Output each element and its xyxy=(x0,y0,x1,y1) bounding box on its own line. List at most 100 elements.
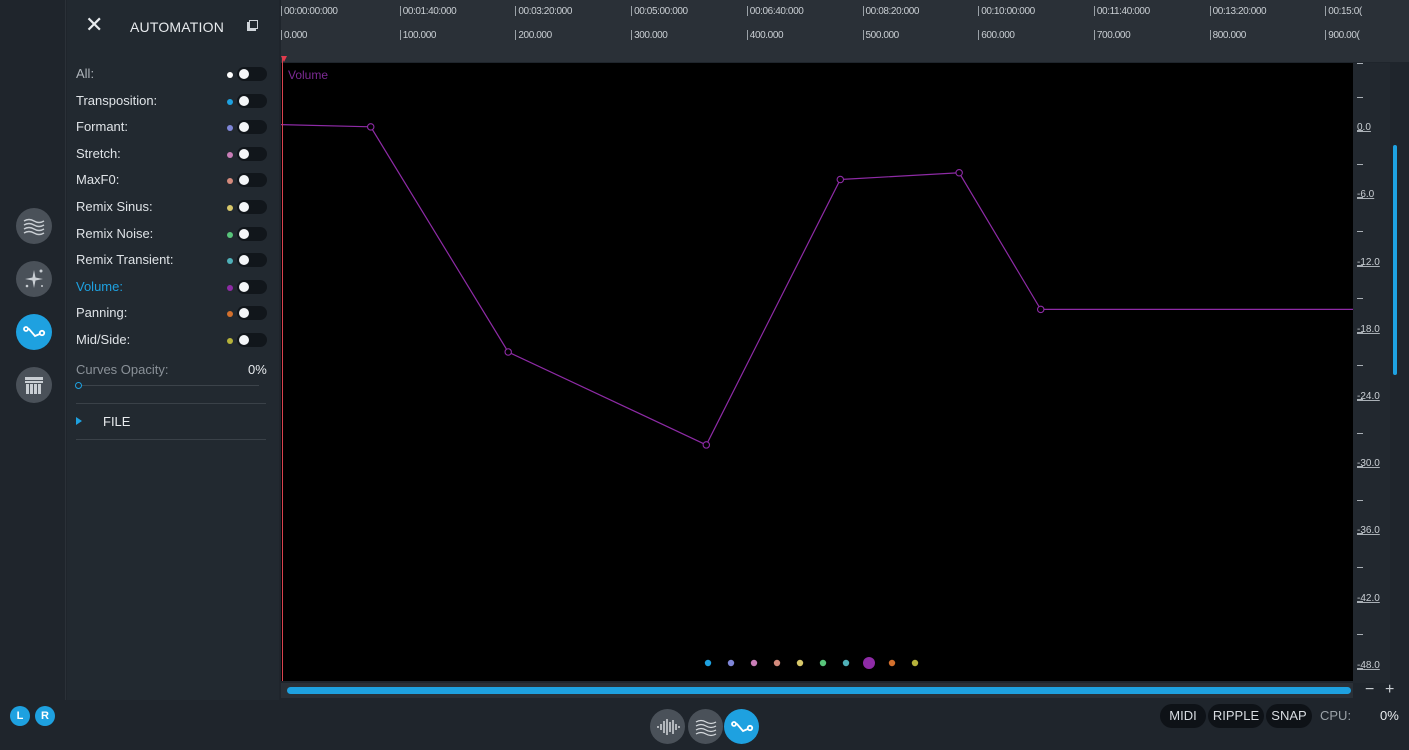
tick-line xyxy=(399,6,401,16)
toggle-knob xyxy=(239,202,249,212)
visibility-toggle[interactable] xyxy=(237,67,267,81)
ruler-time-label: 00:01:40:000 xyxy=(402,6,457,17)
parameter-selector-dot[interactable] xyxy=(842,659,850,667)
toggle-knob xyxy=(239,175,249,186)
automation-graph[interactable]: Volume xyxy=(281,63,1353,681)
close-icon[interactable]: ✕ xyxy=(85,14,103,36)
automation-row-label: MaxF0: xyxy=(76,172,120,188)
mode-rail xyxy=(0,0,66,700)
visibility-toggle[interactable] xyxy=(237,93,267,108)
tick-line xyxy=(631,30,633,40)
curves-opacity-value: 0% xyxy=(248,362,267,377)
tick-line xyxy=(746,6,748,16)
automation-view-button[interactable] xyxy=(724,709,759,744)
copy-icon[interactable] xyxy=(247,20,258,31)
ruler-time-label: 00:03:20:000 xyxy=(518,6,572,17)
tick-line xyxy=(862,30,864,40)
panel-title: AUTOMATION xyxy=(130,19,225,35)
horizontal-scrollbar[interactable] xyxy=(287,687,1351,694)
visibility-toggle[interactable] xyxy=(237,333,267,347)
visibility-toggle[interactable] xyxy=(237,253,267,268)
db-tick xyxy=(1357,634,1363,636)
color-dot-icon xyxy=(227,72,233,78)
spectrum-view-button[interactable] xyxy=(688,709,723,744)
snap-button[interactable]: SNAP xyxy=(1266,704,1312,728)
midi-button[interactable]: MIDI xyxy=(1160,704,1206,728)
curve-node-point[interactable] xyxy=(836,175,845,184)
panel-header: ✕ AUTOMATION xyxy=(67,0,279,55)
tick-line xyxy=(281,30,282,40)
automation-row: Panning: xyxy=(76,303,268,323)
left-channel-button[interactable]: L xyxy=(10,706,30,726)
automation-mode-button[interactable] xyxy=(16,314,52,350)
sparkle-mode-button[interactable] xyxy=(16,261,52,297)
ripple-button[interactable]: RIPPLE xyxy=(1208,704,1264,728)
spectrum-icon xyxy=(23,218,45,236)
curve-node-point[interactable] xyxy=(504,348,512,356)
curve-node-point[interactable] xyxy=(955,169,963,177)
db-tick xyxy=(1357,499,1363,501)
waveform-icon xyxy=(656,718,680,735)
automation-row-label: All: xyxy=(76,66,95,81)
visibility-toggle[interactable] xyxy=(237,173,267,188)
spectrum-mode-button[interactable] xyxy=(16,208,52,244)
timeline-ruler[interactable]: 00:00:00:000 0.000 00:01:40:000 100.000 00:0… xyxy=(281,0,1409,62)
automation-row: Transposition: xyxy=(76,91,268,111)
visibility-toggle[interactable] xyxy=(237,146,267,161)
curves-opacity-slider-handle[interactable] xyxy=(75,382,82,389)
parameter-selector-dot[interactable] xyxy=(888,659,896,667)
expand-triangle-icon[interactable] xyxy=(76,417,82,425)
visibility-toggle[interactable] xyxy=(237,306,267,321)
parameter-selector-dot[interactable] xyxy=(750,659,758,667)
visibility-toggle[interactable] xyxy=(237,279,267,294)
toggle-knob xyxy=(239,122,249,133)
color-dot-icon xyxy=(227,205,233,211)
automation-row: Remix Sinus: xyxy=(76,197,268,217)
waveform-view-button[interactable] xyxy=(650,709,685,744)
toggle-knob xyxy=(239,308,249,319)
divider xyxy=(76,439,266,440)
automation-row-label: Formant: xyxy=(76,119,129,135)
ruler-frame-label: 800.000 xyxy=(1212,30,1247,41)
parameter-selector-dot[interactable] xyxy=(819,659,827,667)
visibility-toggle[interactable] xyxy=(237,120,267,135)
parameter-selector-dot[interactable] xyxy=(796,659,804,667)
curves-opacity-slider-track[interactable] xyxy=(76,385,259,386)
curve-node-point[interactable] xyxy=(1036,305,1045,314)
ruler-frame-label: 200.000 xyxy=(518,30,552,41)
parameter-selector-dot[interactable] xyxy=(911,659,919,667)
vertical-scrollbar[interactable] xyxy=(1393,145,1397,375)
automation-row: Formant: xyxy=(76,117,268,137)
db-label: -6.0 xyxy=(1357,189,1375,201)
db-tick xyxy=(1357,567,1363,568)
parameter-selector-dot[interactable] xyxy=(704,659,712,667)
db-tick xyxy=(1357,432,1363,434)
volume-curve-line[interactable] xyxy=(281,124,1353,446)
ruler-time-label: 00:06:40:000 xyxy=(749,6,804,17)
spectrum-icon xyxy=(695,719,716,736)
zoom-in-button[interactable]: + xyxy=(1385,681,1394,699)
playhead-line[interactable] xyxy=(282,56,283,681)
volume-curve-plot[interactable] xyxy=(281,63,1353,681)
layers-mode-button[interactable] xyxy=(16,367,52,403)
parameter-selector-dot[interactable] xyxy=(727,659,735,667)
ruler-time-label: 00:15:0( xyxy=(1328,6,1362,17)
color-dot-icon xyxy=(227,338,233,344)
ruler-time-label: 00:05:00:000 xyxy=(634,6,688,17)
db-tick xyxy=(1357,163,1363,165)
parameter-selector-dot[interactable] xyxy=(863,657,875,669)
db-tick xyxy=(1357,96,1363,98)
visibility-toggle[interactable] xyxy=(237,200,267,214)
visibility-toggle[interactable] xyxy=(237,226,267,241)
tick-line xyxy=(862,6,864,16)
right-channel-button[interactable]: R xyxy=(35,706,55,726)
toggle-knob xyxy=(239,69,249,79)
db-tick xyxy=(1357,298,1363,300)
zoom-out-button[interactable]: − xyxy=(1365,681,1374,699)
file-section-toggle[interactable]: FILE xyxy=(103,414,130,429)
parameter-selector-dot[interactable] xyxy=(773,659,781,667)
curve-node-point[interactable] xyxy=(702,441,711,449)
curve-node-point[interactable] xyxy=(366,123,375,131)
db-tick xyxy=(1357,365,1363,367)
color-dot-icon xyxy=(227,284,233,291)
